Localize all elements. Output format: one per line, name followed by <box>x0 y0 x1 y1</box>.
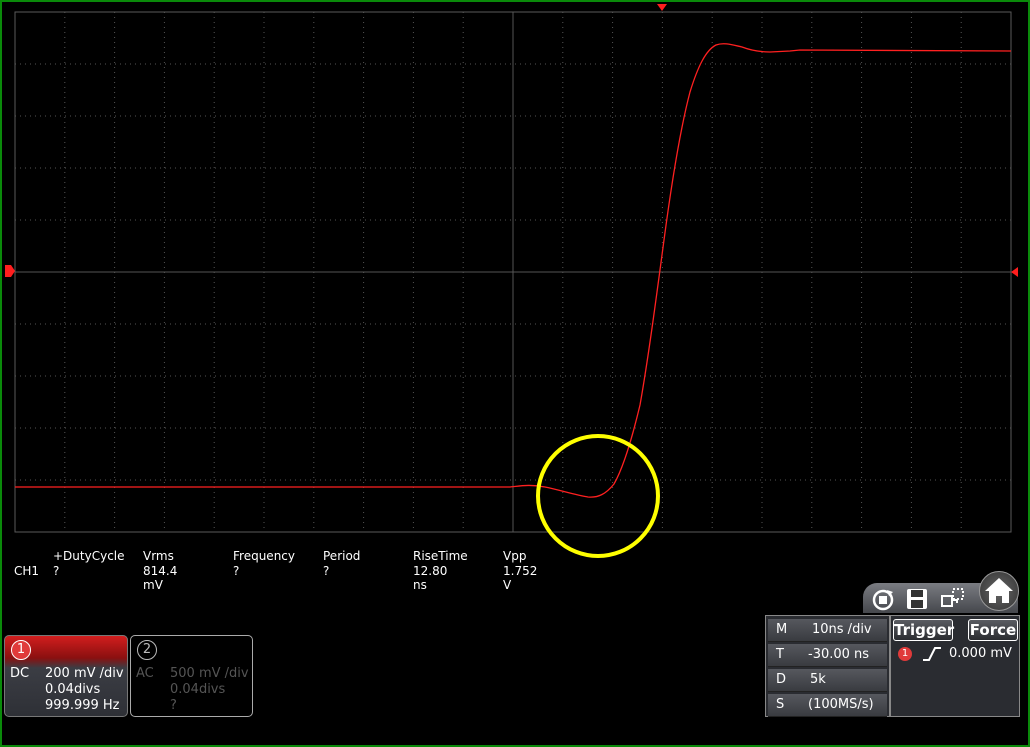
trigger-level: 0.000 mV <box>949 646 1012 661</box>
timebase-row-t[interactable]: T -30.00 ns <box>768 644 887 667</box>
meas-channel: CH1 <box>14 564 40 578</box>
meas-label-period: Period <box>323 549 361 563</box>
trigger-button[interactable]: Trigger <box>893 619 954 641</box>
trigger-level-marker[interactable] <box>1011 267 1018 277</box>
timebase-panel[interactable]: M 10ns /div T -30.00 ns D 5k S (100MS/s) <box>765 615 890 717</box>
trigger-panel[interactable]: Trigger Force 1 0.000 mV <box>890 615 1020 717</box>
ch2-scale: 500 mV /div <box>170 666 249 681</box>
window-switch-icon[interactable] <box>939 586 967 611</box>
meas-label-frequency: Frequency <box>233 549 295 563</box>
force-button[interactable]: Force <box>968 619 1018 641</box>
meas-label-vpp: Vpp <box>503 549 527 563</box>
ch1-number-badge: 1 <box>11 640 31 660</box>
meas-value-vrms: 814.4 mV <box>143 564 178 592</box>
trigger-position-marker[interactable] <box>657 4 667 11</box>
meas-value-risetime: 12.80 ns <box>413 564 448 592</box>
meas-value-period: ? <box>323 564 330 578</box>
ch2-offset: 0.04divs <box>170 682 226 697</box>
graticule <box>15 12 1011 532</box>
ch2-frequency: ? <box>170 698 177 713</box>
meas-label-vrms: Vrms <box>143 549 174 563</box>
meas-value-vpp: 1.752 V <box>503 564 538 592</box>
meas-label-dutycycle: +DutyCycle <box>53 549 125 563</box>
timebase-d-label: D <box>776 672 787 687</box>
meas-label-risetime: RiseTime <box>413 549 468 563</box>
meas-value-frequency: ? <box>233 564 240 578</box>
timebase-m-label: M <box>776 622 788 637</box>
ch1-frequency: 999.999 Hz <box>45 698 120 713</box>
auto-icon[interactable] <box>869 586 897 611</box>
rising-edge-icon <box>923 647 941 661</box>
ch1-offset: 0.04divs <box>45 682 101 697</box>
ch1-scale: 200 mV /div <box>45 666 124 681</box>
home-icon[interactable] <box>979 571 1019 611</box>
ch2-number-badge: 2 <box>137 640 157 660</box>
ch1-ground-marker[interactable] <box>5 265 15 277</box>
meas-value-dutycycle: ? <box>53 564 60 578</box>
ch1-coupling: DC <box>10 666 30 681</box>
trigger-source-badge: 1 <box>898 647 912 661</box>
timebase-row-s[interactable]: S (100MS/s) <box>768 694 887 717</box>
timebase-d-value: 5k <box>810 672 826 687</box>
timebase-s-label: S <box>776 697 785 712</box>
timebase-row-m[interactable]: M 10ns /div <box>768 619 887 642</box>
quick-toolbar <box>863 571 1019 613</box>
timebase-t-label: T <box>776 647 784 662</box>
ch2-coupling: AC <box>136 666 154 681</box>
timebase-m-value: 10ns /div <box>812 622 872 637</box>
ch2-panel[interactable]: 2 AC 500 mV /div 0.04divs ? <box>130 635 253 717</box>
ch1-panel[interactable]: 1 DC 200 mV /div 0.04divs 999.999 Hz <box>4 635 128 717</box>
timebase-t-value: -30.00 ns <box>808 647 870 662</box>
timebase-s-value: (100MS/s) <box>808 697 874 712</box>
waveform-display <box>5 4 1018 558</box>
save-icon[interactable] <box>903 586 931 611</box>
timebase-row-d[interactable]: D 5k <box>768 669 887 692</box>
